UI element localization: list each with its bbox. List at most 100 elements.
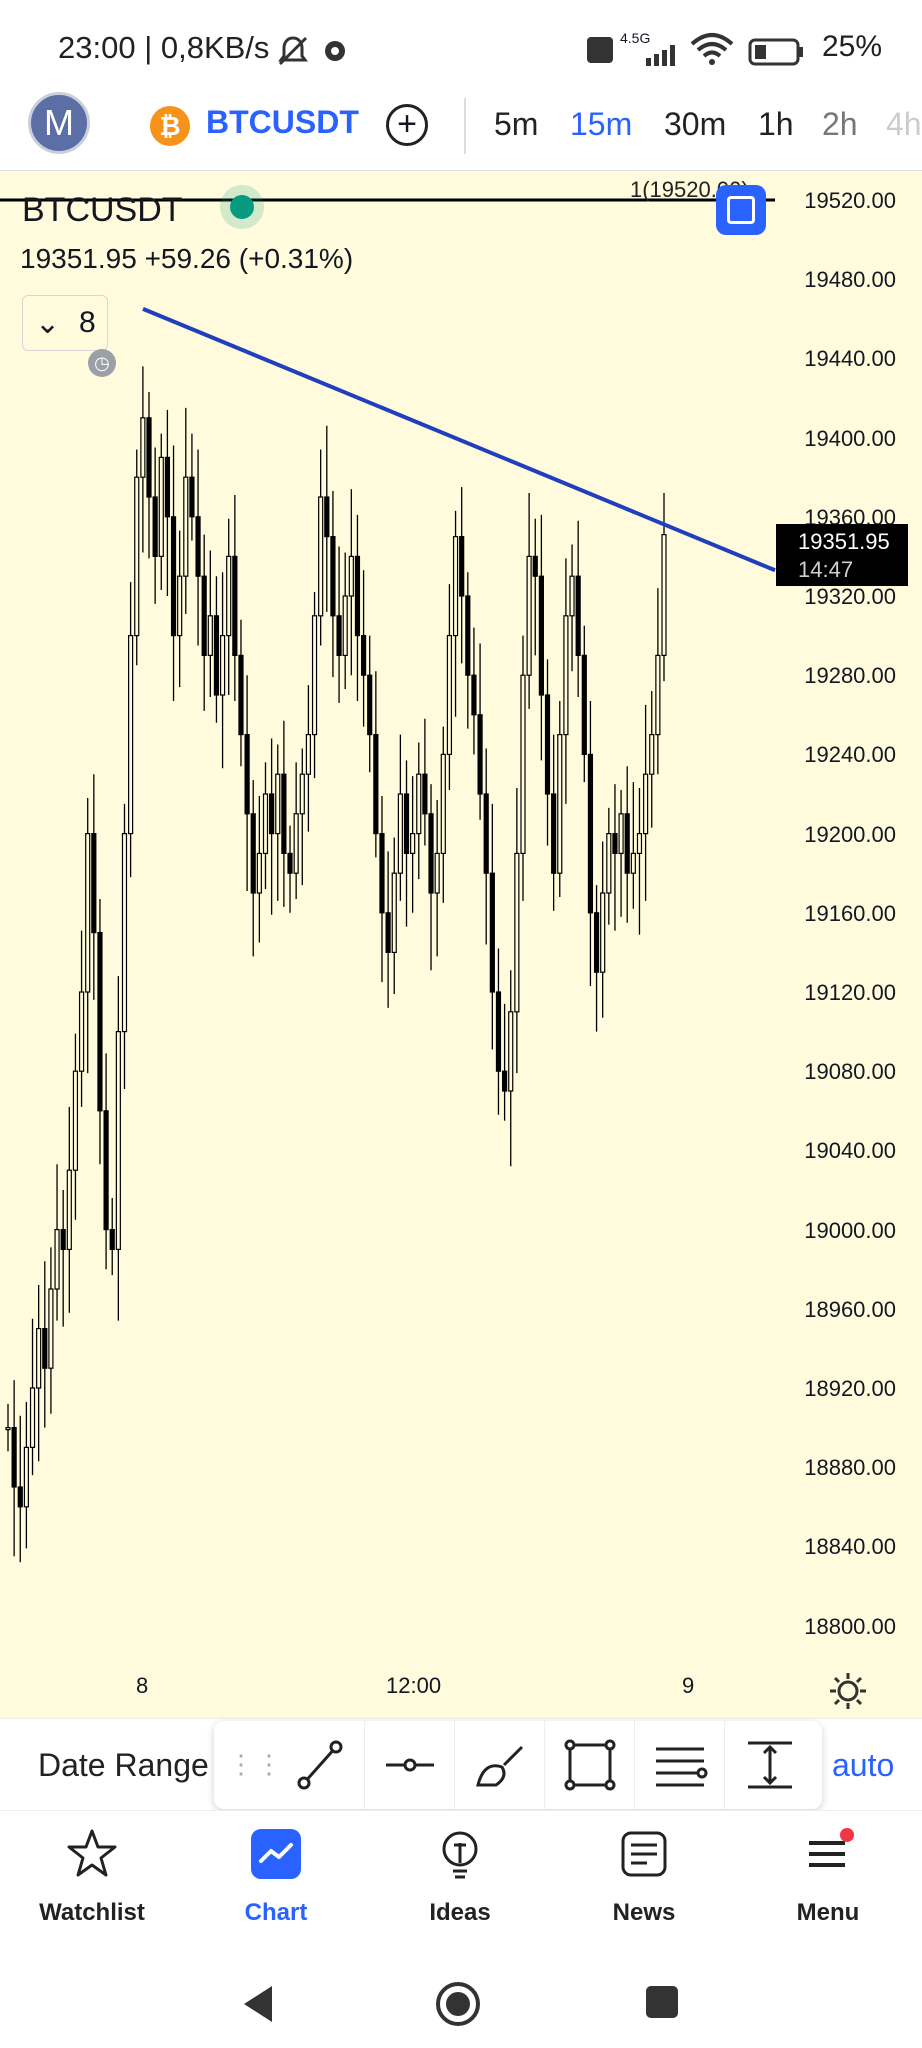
candle <box>152 447 158 604</box>
candle <box>600 841 606 1018</box>
trend-line-tool[interactable] <box>276 1721 365 1809</box>
candle <box>11 1380 17 1557</box>
candle <box>305 685 312 832</box>
candle <box>416 742 422 880</box>
timeframe-5m[interactable]: 5m <box>494 106 538 143</box>
candle <box>128 582 134 878</box>
candle <box>121 803 128 1090</box>
candle <box>661 493 667 682</box>
candle <box>177 530 183 688</box>
fib-retracement-tool[interactable] <box>636 1721 725 1809</box>
candle <box>226 518 232 695</box>
candle <box>281 720 287 907</box>
price-axis-label: 18840.00 <box>804 1534 896 1560</box>
nav-label: Ideas <box>429 1899 491 1926</box>
menu-icon <box>809 1828 854 1867</box>
time-axis-label: 12:00 <box>386 1673 442 1698</box>
legend-price: 19351.95 +59.26 (+0.31%) <box>20 243 354 274</box>
nav-chart[interactable]: Chart <box>196 1811 356 1961</box>
candle <box>514 788 520 1074</box>
indicators-toggle[interactable]: ⌄ 8 <box>22 295 108 351</box>
system-navigation <box>0 1960 922 2048</box>
nav-news[interactable]: News <box>564 1811 724 1961</box>
candle <box>170 445 177 701</box>
price-axis[interactable]: 19520.00 19480.00 19440.00 19400.00 19360.00… <box>780 171 922 1718</box>
drawing-tools-panel: ⋮⋮ <box>214 1721 822 1809</box>
candle <box>336 546 342 703</box>
status-time: 23:00 | 0,8KB/s <box>58 30 270 65</box>
candle <box>269 738 275 915</box>
candle <box>624 766 630 923</box>
recents-icon[interactable] <box>644 1984 680 2020</box>
candle <box>360 570 367 727</box>
avatar[interactable]: M <box>28 92 90 154</box>
candle <box>72 1033 79 1220</box>
measure-icon <box>748 1741 792 1789</box>
candle <box>250 780 256 957</box>
measure-tool[interactable] <box>726 1721 814 1809</box>
price-axis-label: 19520.00 <box>804 188 896 213</box>
candle <box>219 572 226 769</box>
date-range-button[interactable]: Date Range <box>38 1747 209 1784</box>
compare-add-button[interactable]: + <box>386 104 428 146</box>
symbol-selector[interactable]: BTCUSDT <box>206 104 359 141</box>
candle <box>569 544 575 672</box>
candle <box>207 550 213 697</box>
candle <box>97 898 103 1165</box>
candle <box>189 433 195 541</box>
candle <box>532 518 538 656</box>
timeframe-1h[interactable]: 1h <box>758 106 794 143</box>
candle <box>5 1403 11 1452</box>
home-icon[interactable] <box>434 1980 482 2028</box>
candle <box>140 366 146 553</box>
candle <box>391 837 397 994</box>
price-axis-label: 18880.00 <box>804 1455 896 1481</box>
drawing-toolbar: Date Range ⋮⋮ auto <box>0 1718 922 1811</box>
candle <box>158 433 164 591</box>
fullscreen-button[interactable] <box>716 185 766 235</box>
candle <box>318 449 324 646</box>
candle <box>195 449 201 646</box>
candle <box>201 534 207 711</box>
candle <box>146 392 152 559</box>
brush-tool[interactable] <box>456 1721 545 1809</box>
back-icon[interactable] <box>238 1982 278 2026</box>
price-axis-label: 19320.00 <box>804 584 896 609</box>
chart-settings-sun-icon[interactable] <box>828 1671 868 1711</box>
candle <box>256 795 262 943</box>
trendline-drawing[interactable] <box>142 307 776 573</box>
candle <box>636 788 643 935</box>
candle <box>440 726 446 903</box>
nav-menu[interactable]: Menu <box>748 1811 908 1961</box>
nav-ideas[interactable]: Ideas <box>380 1811 540 1961</box>
candle <box>232 495 238 701</box>
candle <box>85 797 91 1074</box>
candle <box>557 700 563 897</box>
candle <box>397 734 403 901</box>
timeframe-30m[interactable]: 30m <box>664 106 726 143</box>
fib-retracement-icon <box>656 1747 708 1787</box>
horizontal-line-tool[interactable] <box>366 1721 455 1809</box>
nav-label: Watchlist <box>39 1899 145 1926</box>
time-axis-label: 9 <box>682 1673 695 1698</box>
timeframe-15m[interactable]: 15m <box>570 106 632 143</box>
alert-clock-icon[interactable]: ◷ <box>88 349 116 377</box>
status-bar: 23:00 | 0,8KB/s 4.5G 25% <box>0 0 922 80</box>
candle <box>183 407 189 614</box>
candle <box>526 493 532 709</box>
candle <box>311 592 318 779</box>
price-axis-label: 18800.00 <box>804 1613 896 1639</box>
candle <box>109 1197 115 1276</box>
mute-icon <box>278 36 308 66</box>
chart-area[interactable]: BTCUSDT 19351.95 +59.26 (+0.31%) ⌄ 8 ◷ 1… <box>0 171 922 1718</box>
wifi-icon <box>690 33 734 65</box>
last-price: 19351.95 <box>798 529 890 554</box>
timeframe-2h[interactable]: 2h <box>822 106 858 143</box>
auto-scale-button[interactable]: auto <box>832 1747 894 1784</box>
nav-watchlist[interactable]: Watchlist <box>12 1811 172 1961</box>
candle <box>23 1401 29 1549</box>
candle <box>293 762 299 899</box>
timeframe-4h[interactable]: 4h <box>886 106 922 143</box>
candle <box>17 1415 23 1563</box>
rectangle-tool[interactable] <box>546 1721 635 1809</box>
